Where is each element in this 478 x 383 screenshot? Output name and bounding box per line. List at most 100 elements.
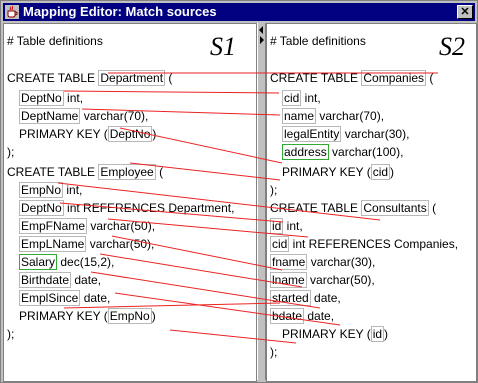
sql-text: int REFERENCES Department,: [63, 201, 235, 215]
sql-text: int,: [301, 91, 321, 105]
sql-text: varchar(50),: [86, 237, 155, 251]
identifier-box[interactable]: EmpFName: [19, 218, 88, 234]
sql-text: PRIMARY KEY (: [282, 327, 371, 341]
sql-text: );: [7, 327, 15, 341]
identifier-box[interactable]: legalEntity: [282, 126, 342, 142]
sql-line: DeptNo int REFERENCES Department,: [19, 200, 235, 216]
sql-text: (: [165, 71, 173, 85]
identifier-box[interactable]: EmpNo: [19, 182, 64, 198]
identifier-box[interactable]: EmpNo: [107, 308, 152, 324]
identifier-box[interactable]: bdate: [270, 308, 305, 324]
identifier-box[interactable]: id: [270, 218, 284, 234]
identifier-box[interactable]: EmplSince: [19, 290, 81, 306]
identifier-box[interactable]: DeptNo: [19, 90, 64, 106]
identifier-box[interactable]: id: [370, 326, 385, 342]
schema-pane-s2[interactable]: # Table definitions S2 CREATE TABLE Comp…: [266, 23, 477, 382]
identifier-box[interactable]: started: [270, 290, 311, 306]
identifier-box[interactable]: cid: [282, 90, 302, 106]
sql-line: legalEntity varchar(30),: [282, 126, 409, 142]
sql-text: ): [152, 127, 157, 141]
comment-line: # Table definitions: [270, 34, 366, 48]
identifier-box[interactable]: EmpLName: [19, 236, 87, 252]
sql-line: lname varchar(50),: [270, 272, 375, 288]
sql-line: DeptName varchar(70),: [19, 108, 148, 124]
sql-text: PRIMARY KEY (: [19, 309, 108, 323]
sql-line: CREATE TABLE Employee (: [7, 164, 164, 180]
sql-line: );: [270, 183, 277, 198]
sql-text: CREATE TABLE: [7, 165, 99, 179]
sql-line: started date,: [270, 290, 341, 306]
identifier-box[interactable]: Salary: [19, 254, 58, 270]
schema-pane-s1[interactable]: # Table definitions S1 CREATE TABLE Depa…: [3, 23, 257, 382]
sql-text: int,: [283, 219, 303, 233]
sql-text: varchar(70),: [316, 109, 385, 123]
sql-line: bdate date,: [270, 308, 334, 324]
sql-text: CREATE TABLE: [270, 201, 362, 215]
sql-text: );: [270, 345, 278, 359]
identifier-box[interactable]: fname: [270, 254, 308, 270]
sql-line: cid int,: [282, 90, 321, 106]
sql-line: Birthdate date,: [19, 272, 102, 288]
identifier-box[interactable]: address: [282, 144, 329, 160]
sql-text: varchar(50),: [306, 273, 375, 287]
sql-text: PRIMARY KEY (: [19, 127, 108, 141]
sql-text: (: [428, 201, 437, 215]
sql-text: ): [384, 327, 389, 341]
sql-text: dec(15,2),: [57, 255, 115, 269]
mapping-editor-window: Mapping Editor: Match sources ✕ # Table …: [0, 0, 478, 383]
sql-line: PRIMARY KEY (cid): [282, 164, 394, 180]
schema-label-s1: S1: [210, 32, 236, 61]
sql-line: Salary dec(15,2),: [19, 254, 115, 270]
sql-text: (: [426, 71, 434, 85]
close-button[interactable]: ✕: [457, 5, 473, 19]
identifier-box[interactable]: Consultants: [361, 200, 429, 216]
split-divider[interactable]: [257, 23, 266, 380]
sql-line: PRIMARY KEY (DeptNo): [19, 126, 157, 142]
sql-line: CREATE TABLE Department (: [7, 70, 173, 86]
collapse-right-icon[interactable]: [260, 36, 264, 44]
sql-line: name varchar(70),: [282, 108, 385, 124]
sql-text: ): [151, 309, 156, 323]
sql-line: DeptNo int,: [19, 90, 84, 106]
sql-line: EmpLName varchar(50),: [19, 236, 155, 252]
identifier-box[interactable]: DeptNo: [19, 200, 64, 216]
identifier-box[interactable]: cid: [370, 164, 391, 180]
sql-text: varchar(30),: [307, 255, 376, 269]
sql-line: PRIMARY KEY (id): [282, 326, 389, 342]
sql-text: date,: [71, 273, 102, 287]
sql-text: date,: [80, 291, 111, 305]
identifier-box[interactable]: Companies: [361, 70, 427, 86]
sql-line: EmpNo int,: [19, 182, 83, 198]
collapse-left-icon[interactable]: [259, 26, 263, 34]
sql-line: PRIMARY KEY (EmpNo): [19, 308, 156, 324]
sql-line: address varchar(100),: [282, 144, 404, 160]
identifier-box[interactable]: Department: [98, 70, 166, 86]
identifier-box[interactable]: Employee: [98, 164, 156, 180]
identifier-box[interactable]: Birthdate: [19, 272, 72, 288]
sql-text: CREATE TABLE: [7, 71, 99, 85]
sql-line: );: [270, 345, 277, 360]
java-cup-icon: [5, 5, 19, 19]
sql-text: PRIMARY KEY (: [282, 165, 371, 179]
sql-text: int,: [63, 91, 84, 105]
identifier-box[interactable]: name: [282, 108, 317, 124]
sql-line: EmplSince date,: [19, 290, 111, 306]
sql-text: varchar(100),: [328, 145, 404, 159]
sql-text: );: [7, 145, 15, 159]
identifier-box[interactable]: DeptNo: [107, 126, 153, 142]
identifier-box[interactable]: lname: [270, 272, 307, 288]
sql-text: int REFERENCES Companies,: [289, 237, 459, 251]
identifier-box[interactable]: DeptName: [19, 108, 81, 124]
sql-line: CREATE TABLE Consultants (: [270, 200, 437, 216]
sql-line: );: [7, 145, 14, 160]
sql-line: fname varchar(30),: [270, 254, 376, 270]
schema-label-s2: S2: [439, 32, 465, 61]
identifier-box[interactable]: cid: [270, 236, 290, 252]
sql-line: id int,: [270, 218, 303, 234]
title-bar[interactable]: Mapping Editor: Match sources ✕: [3, 3, 475, 21]
sql-text: varchar(50),: [87, 219, 156, 233]
sql-text: (: [155, 165, 164, 179]
sql-line: );: [7, 327, 14, 342]
sql-text: date,: [310, 291, 341, 305]
sql-text: int,: [63, 183, 83, 197]
